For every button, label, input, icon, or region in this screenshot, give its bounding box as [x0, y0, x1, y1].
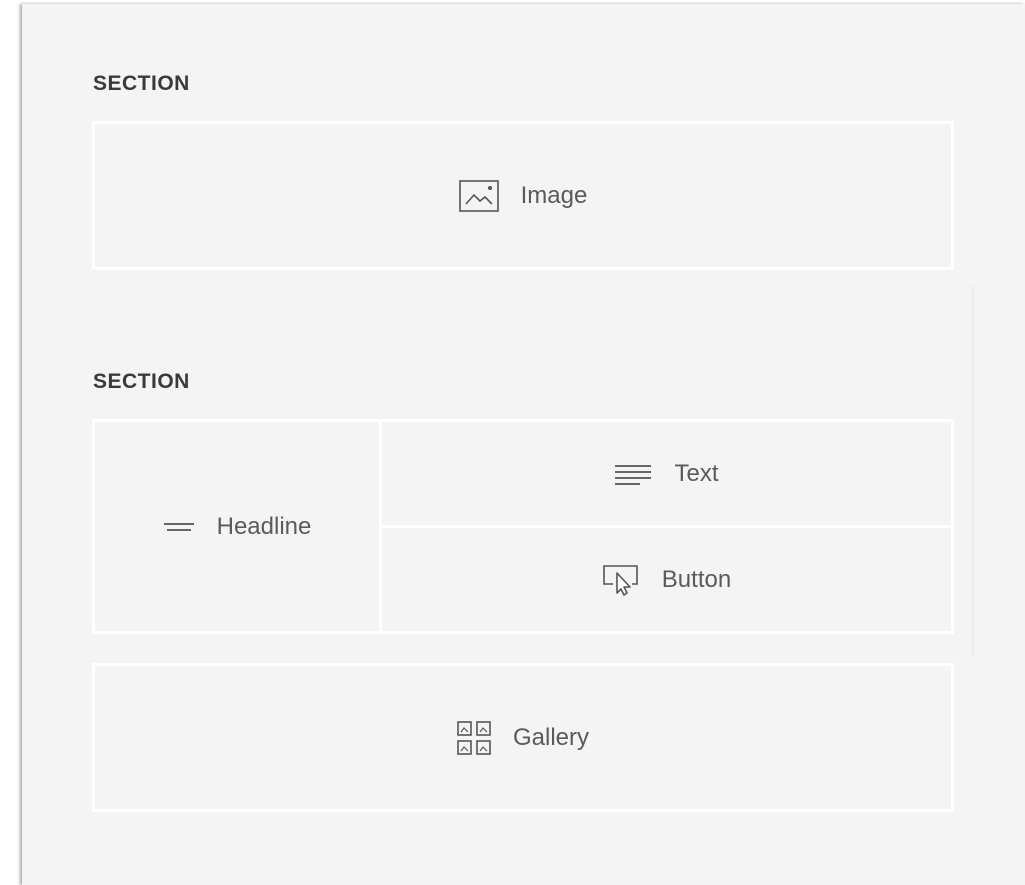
button-cursor-icon: [602, 564, 640, 596]
text-block[interactable]: Text: [379, 419, 954, 528]
text-block-label: Text: [674, 459, 719, 487]
gallery-block-label: Gallery: [512, 723, 590, 751]
text-lines-icon: [614, 463, 652, 485]
headline-block[interactable]: Headline: [92, 419, 382, 634]
gallery-grid-icon: [457, 720, 491, 755]
headline-block-label: Headline: [216, 512, 312, 540]
right-edge-divider: [972, 286, 974, 656]
headline-icon: [163, 520, 195, 534]
button-block-label: Button: [661, 565, 732, 593]
image-block-label: Image: [520, 181, 588, 209]
image-icon: [458, 179, 499, 212]
image-block[interactable]: Image: [92, 121, 954, 270]
section-heading-1: SECTION: [93, 72, 190, 95]
button-block[interactable]: Button: [379, 525, 954, 634]
section-heading-2: SECTION: [93, 370, 190, 393]
page-canvas: SECTION Image SECTION Headline Text Butt…: [22, 4, 1025, 885]
gallery-block[interactable]: Gallery: [92, 663, 954, 812]
